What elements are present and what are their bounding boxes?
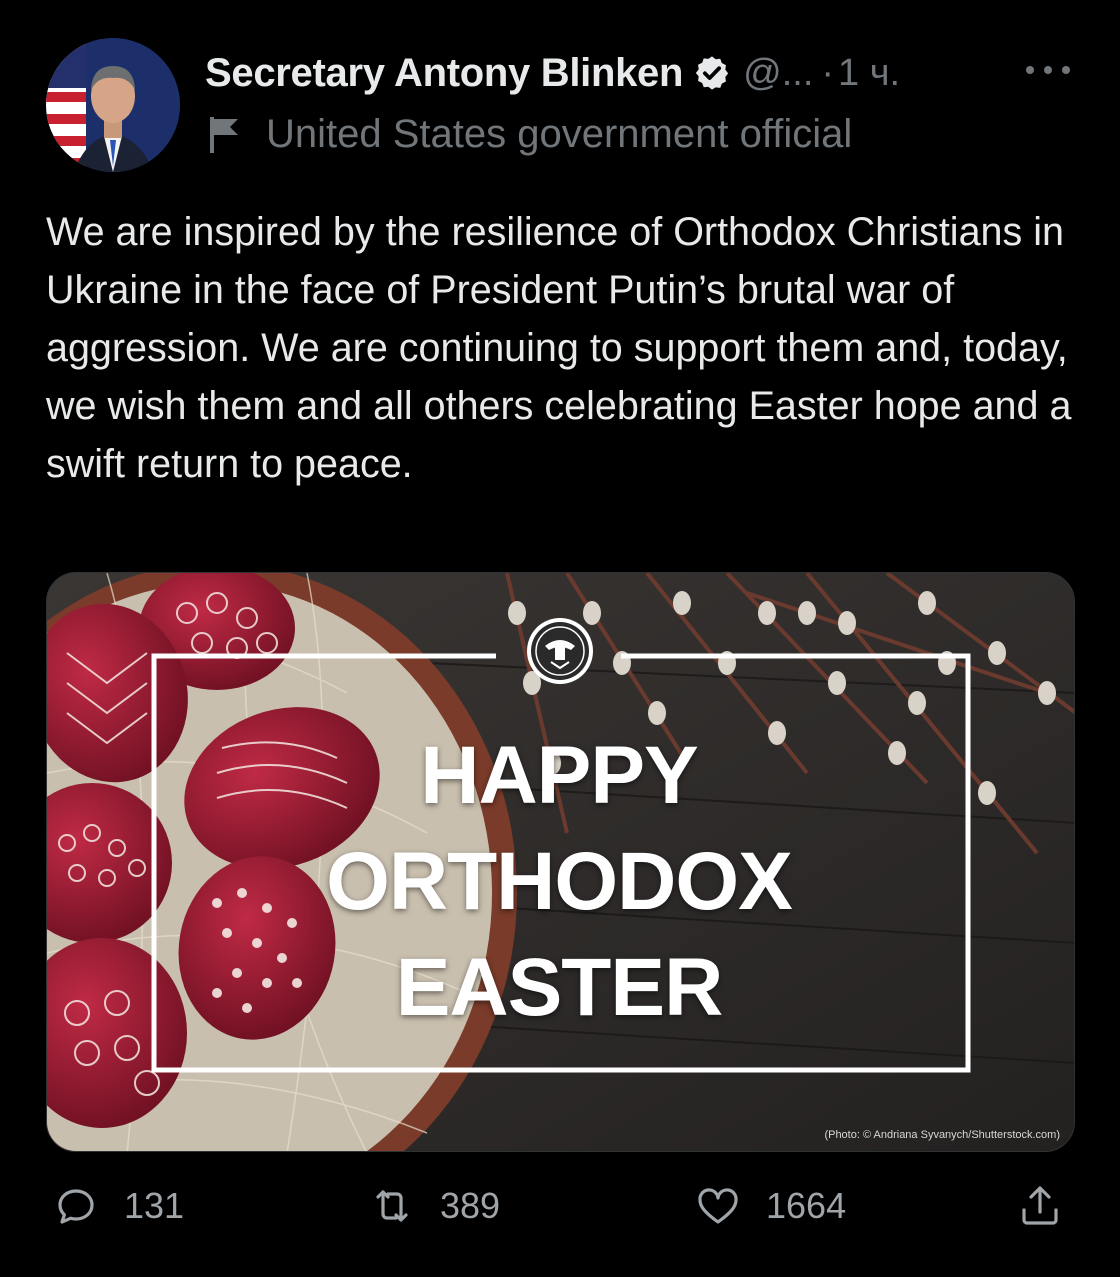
like-icon <box>698 1188 738 1224</box>
headline-orthodox: ORTHODOX <box>326 836 793 927</box>
tweet-text: We are inspired by the resilience of Ort… <box>46 210 1072 486</box>
author-row: Secretary Antony Blinken @... · 1 ч. <box>205 48 900 98</box>
share-icon <box>1022 1186 1058 1225</box>
photo-credit: (Photo: © Andriana Syvanych/Shutterstock… <box>824 1129 1060 1141</box>
more-icon[interactable] <box>1026 50 1070 90</box>
tweet-image[interactable]: HAPPY ORTHODOX EASTER (Photo: © Andriana… <box>46 572 1075 1152</box>
separator-dot: · <box>821 51 835 94</box>
government-label: United States government official <box>266 112 853 156</box>
like-count: 1664 <box>766 1185 847 1226</box>
reply-button[interactable]: 131 <box>52 1176 184 1236</box>
action-bar: 131 389 1664 <box>0 1176 1120 1236</box>
retweet-button[interactable]: 389 <box>368 1176 500 1236</box>
avatar[interactable] <box>46 38 180 172</box>
author-name[interactable]: Secretary Antony Blinken <box>205 51 683 96</box>
account-label[interactable]: United States government official <box>208 112 852 157</box>
state-department-seal-icon <box>525 616 595 686</box>
headline-easter: EASTER <box>395 942 724 1033</box>
tweet: Secretary Antony Blinken @... · 1 ч. Uni… <box>0 0 1120 1277</box>
headline-happy: HAPPY <box>420 730 699 821</box>
share-button[interactable] <box>1016 1176 1064 1236</box>
retweet-count: 389 <box>440 1185 501 1226</box>
reply-count: 131 <box>124 1185 185 1226</box>
like-button[interactable]: 1664 <box>694 1176 846 1236</box>
author-handle[interactable]: @... <box>743 52 813 95</box>
flag-icon <box>208 115 244 155</box>
timestamp[interactable]: 1 ч. <box>838 52 900 95</box>
easter-headline: HAPPY ORTHODOX EASTER <box>309 723 809 1041</box>
reply-icon <box>58 1189 94 1224</box>
retweet-icon <box>376 1190 408 1222</box>
verified-badge-icon <box>693 54 731 92</box>
